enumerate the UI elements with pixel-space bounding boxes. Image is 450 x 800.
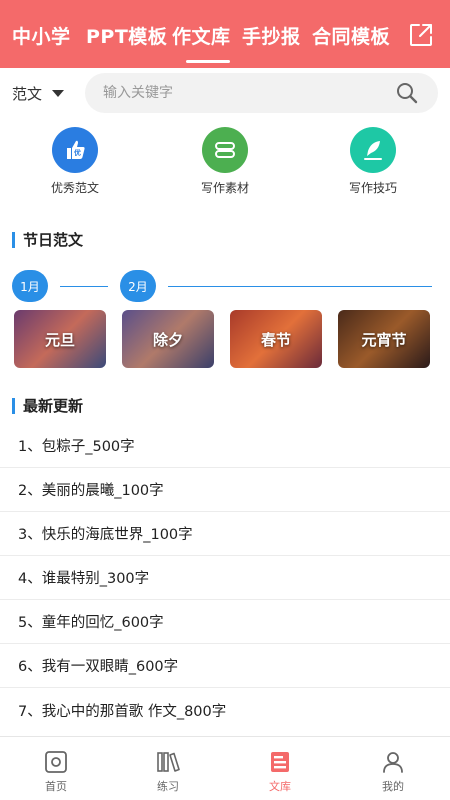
search-box[interactable] [85, 73, 438, 113]
nav-label: 首页 [45, 780, 67, 793]
holiday-label: 元宵节 [361, 330, 407, 349]
user-icon [383, 752, 403, 773]
holiday-card-new-years-eve[interactable]: 除夕 [122, 310, 214, 368]
search-icon[interactable] [396, 82, 418, 104]
month-badge-jan[interactable]: 1月 [12, 270, 48, 302]
nav-label: 文库 [269, 780, 291, 793]
article-list-item[interactable]: 3、快乐的海底世界_100字 [0, 512, 450, 556]
external-link-icon[interactable] [408, 22, 434, 48]
feature-writing-skills[interactable]: 写作技巧 [318, 127, 428, 196]
chevron-down-icon [52, 89, 65, 97]
tab-ppt-templates[interactable]: PPT模板 [86, 22, 167, 49]
holiday-card-lantern-festival[interactable]: 元宵节 [338, 310, 430, 368]
feature-writing-material[interactable]: 写作素材 [170, 127, 280, 196]
books-icon [157, 752, 180, 772]
month-badge-feb[interactable]: 2月 [120, 270, 156, 302]
library-icon [271, 752, 289, 772]
holiday-card-new-year[interactable]: 元旦 [14, 310, 106, 368]
article-list-item[interactable]: 4、谁最特别_300字 [0, 556, 450, 600]
holiday-label: 元旦 [44, 330, 75, 349]
article-list-item[interactable]: 1、包粽子_500字 [0, 424, 450, 468]
quill-icon [350, 127, 396, 173]
feature-label: 优秀范文 [50, 181, 99, 195]
holiday-section-title: 节日范文 [12, 232, 83, 248]
article-list-item[interactable]: 2、美丽的晨曦_100字 [0, 468, 450, 512]
tab-contract-templates[interactable]: 合同模板 [312, 22, 390, 49]
nav-label: 练习 [157, 780, 179, 793]
nav-label: 我的 [382, 780, 404, 793]
thumbs-up-icon: 优 [52, 127, 98, 173]
top-tab-bar: 中小学 PPT模板 作文库 手抄报 合同模板 [0, 0, 450, 68]
latest-section-title: 最新更新 [12, 398, 83, 414]
holiday-label: 春节 [260, 330, 291, 349]
timeline-line [60, 286, 108, 287]
nav-profile[interactable]: 我的 [353, 749, 433, 794]
holiday-card-spring-festival[interactable]: 春节 [230, 310, 322, 368]
timeline-line [168, 286, 432, 287]
nav-home[interactable]: 首页 [16, 749, 96, 794]
material-icon [202, 127, 248, 173]
article-list-item[interactable]: 6、我有一双眼睛_600字 [0, 644, 450, 688]
feature-excellent-essays[interactable]: 优 优秀范文 [20, 127, 130, 196]
tab-primary-school[interactable]: 中小学 [12, 22, 71, 49]
nav-library[interactable]: 文库 [240, 749, 320, 794]
active-tab-indicator [186, 60, 230, 63]
feature-label: 写作技巧 [348, 181, 397, 195]
category-dropdown[interactable]: 范文 [12, 82, 65, 104]
home-icon [45, 751, 67, 773]
holiday-label: 除夕 [152, 330, 183, 349]
category-label: 范文 [12, 84, 43, 103]
feature-label: 写作素材 [200, 181, 249, 195]
tab-handwritten-paper[interactable]: 手抄报 [242, 22, 301, 49]
article-list-item[interactable]: 5、童年的回忆_600字 [0, 600, 450, 644]
svg-text:优: 优 [74, 148, 81, 157]
article-list-item[interactable]: 7、我心中的那首歌 作文_800字 [0, 688, 450, 732]
nav-practice[interactable]: 练习 [128, 749, 208, 794]
search-input[interactable] [103, 73, 373, 113]
bottom-navigation: 首页 练习 文库 我的 [0, 736, 450, 800]
tab-essay-library[interactable]: 作文库 [172, 22, 231, 49]
